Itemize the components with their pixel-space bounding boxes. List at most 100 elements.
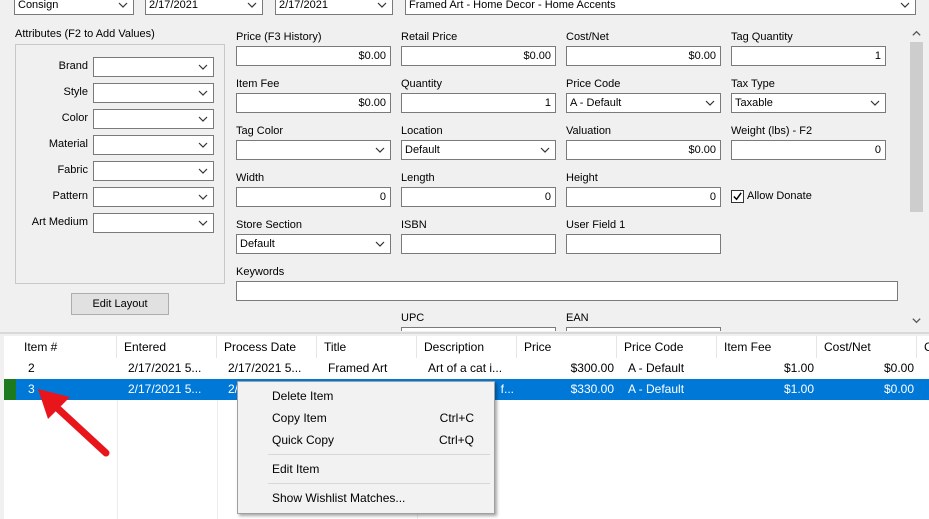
menu-separator <box>268 454 490 455</box>
valuation-label: Valuation <box>566 125 612 137</box>
menu-item-edit-item[interactable]: Edit Item <box>272 462 319 476</box>
cell-price-code: A - Default <box>628 382 685 396</box>
menu-item-show-wishlist-matches[interactable]: Show Wishlist Matches... <box>272 491 405 505</box>
panel-divider <box>0 332 929 334</box>
shortcut-copy: Ctrl+C <box>439 411 474 425</box>
length-field[interactable]: 0 <box>401 187 556 207</box>
cell-process-date: 2/17/2021 5... <box>228 361 302 375</box>
chevron-down-icon <box>198 168 208 174</box>
retail-price-label: Retail Price <box>401 31 458 43</box>
col-header-process-date[interactable]: Process Date <box>217 336 317 358</box>
keywords-field[interactable] <box>236 281 898 301</box>
price-label: Price (F3 History) <box>236 31 322 43</box>
quantity-field[interactable]: 1 <box>401 93 556 113</box>
ean-label: EAN <box>566 312 589 324</box>
attribute-row-style: Style <box>16 83 226 103</box>
cost-net-label: Cost/Net <box>566 31 609 43</box>
edit-layout-button[interactable]: Edit Layout <box>71 293 169 315</box>
cell-cost-net: $0.00 <box>883 361 914 375</box>
date1-value: 2/17/2021 <box>149 0 198 11</box>
shortcut-quick-copy: Ctrl+Q <box>438 433 474 447</box>
context-menu: Delete Item Copy Item Ctrl+C Quick Copy … <box>237 381 495 514</box>
col-header-item-fee[interactable]: Item Fee <box>717 336 817 358</box>
date1-dropdown[interactable]: 2/17/2021 <box>145 0 263 15</box>
tag-color-dropdown[interactable] <box>236 140 391 160</box>
location-label: Location <box>401 125 443 137</box>
category-dropdown[interactable]: Framed Art - Home Decor - Home Accents <box>405 0 916 15</box>
user-field-1-field[interactable] <box>566 234 721 254</box>
menu-item-quick-copy[interactable]: Quick Copy <box>272 433 334 447</box>
item-fee-field[interactable]: $0.00 <box>236 93 391 113</box>
brand-dropdown[interactable] <box>93 57 214 77</box>
retail-price-field[interactable]: $0.00 <box>401 46 556 66</box>
allow-donate-checkbox[interactable] <box>731 190 744 203</box>
chevron-down-icon <box>377 2 387 8</box>
vertical-scrollbar[interactable] <box>908 24 925 330</box>
art-medium-dropdown[interactable] <box>93 213 214 233</box>
cost-net-field[interactable]: $0.00 <box>566 46 721 66</box>
width-field[interactable]: 0 <box>236 187 391 207</box>
attribute-row-pattern: Pattern <box>16 187 226 207</box>
color-dropdown[interactable] <box>93 109 214 129</box>
col-header-item-number[interactable]: Item # <box>17 336 117 358</box>
keywords-label: Keywords <box>236 266 285 278</box>
menu-item-copy-item[interactable]: Copy Item <box>272 411 327 425</box>
isbn-field[interactable] <box>401 234 556 254</box>
table-row[interactable]: 2 2/17/2021 5... 2/17/2021 5... Framed A… <box>4 358 929 379</box>
allow-donate-label: Allow Donate <box>747 190 812 202</box>
attribute-label: Material <box>48 138 88 150</box>
material-dropdown[interactable] <box>93 135 214 155</box>
store-section-dropdown[interactable]: Default <box>236 234 391 254</box>
col-header-c[interactable]: C <box>917 336 929 358</box>
attributes-title: Attributes (F2 to Add Values) <box>15 28 155 40</box>
col-header-cost-net[interactable]: Cost/Net <box>817 336 917 358</box>
category-value: Framed Art - Home Decor - Home Accents <box>409 0 616 11</box>
cell-description: Art of a cat i... <box>428 361 503 375</box>
cell-item-fee: $1.00 <box>783 361 814 375</box>
checkmark-icon <box>733 192 742 201</box>
attribute-row-brand: Brand <box>16 57 226 77</box>
scrollbar-thumb[interactable] <box>910 42 923 212</box>
col-header-price[interactable]: Price <box>517 336 617 358</box>
tax-type-dropdown[interactable]: Taxable <box>731 93 886 113</box>
consign-value: Consign <box>18 0 59 11</box>
cell-title: Framed Art <box>328 361 388 375</box>
ean-field[interactable] <box>566 327 721 331</box>
height-field[interactable]: 0 <box>566 187 721 207</box>
pattern-dropdown[interactable] <box>93 187 214 207</box>
fabric-dropdown[interactable] <box>93 161 214 181</box>
attributes-group: Brand Style Color Material Fabric Patter… <box>15 44 225 284</box>
date2-dropdown[interactable]: 2/17/2021 <box>275 0 393 15</box>
menu-separator <box>268 483 490 484</box>
price-field[interactable]: $0.00 <box>236 46 391 66</box>
attribute-row-color: Color <box>16 109 226 129</box>
length-label: Length <box>401 172 435 184</box>
valuation-field[interactable]: $0.00 <box>566 140 721 160</box>
col-header-entered[interactable]: Entered <box>117 336 217 358</box>
col-header-price-code[interactable]: Price Code <box>617 336 717 358</box>
scroll-up-icon[interactable] <box>911 28 922 39</box>
col-header-title[interactable]: Title <box>317 336 417 358</box>
menu-item-delete-item[interactable]: Delete Item <box>272 389 333 403</box>
width-label: Width <box>236 172 265 184</box>
location-dropdown[interactable]: Default <box>401 140 556 160</box>
row-marker <box>4 379 16 400</box>
chevron-down-icon <box>375 147 385 153</box>
height-label: Height <box>566 172 598 184</box>
tag-color-label: Tag Color <box>236 125 284 137</box>
scroll-down-icon[interactable] <box>911 315 922 326</box>
style-dropdown[interactable] <box>93 83 214 103</box>
tag-quantity-field[interactable]: 1 <box>731 46 886 66</box>
price-code-dropdown[interactable]: A - Default <box>566 93 721 113</box>
attribute-label: Style <box>63 86 88 98</box>
weight-field[interactable]: 0 <box>731 140 886 160</box>
chevron-down-icon <box>198 64 208 70</box>
store-section-label: Store Section <box>236 219 303 231</box>
col-header-description[interactable]: Description <box>417 336 517 358</box>
attribute-label: Brand <box>58 60 88 72</box>
cell-entered: 2/17/2021 5... <box>128 361 202 375</box>
chevron-down-icon <box>540 147 550 153</box>
cell-item-number: 2 <box>28 361 35 375</box>
upc-field[interactable] <box>401 327 556 331</box>
consign-dropdown[interactable]: Consign <box>14 0 134 15</box>
